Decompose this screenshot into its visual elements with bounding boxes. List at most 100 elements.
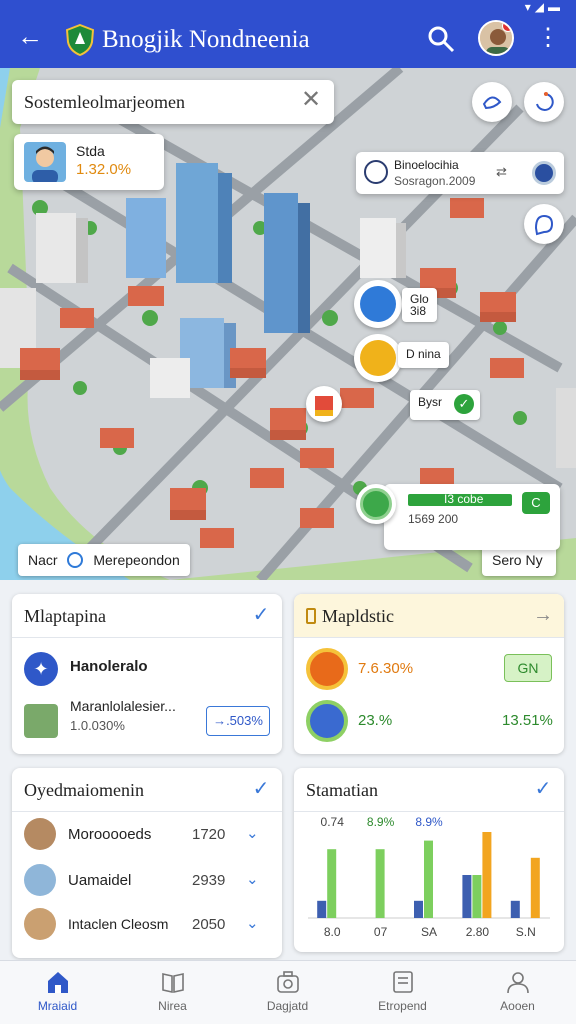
notification-badge (502, 22, 512, 32)
nav-item-book[interactable]: Nirea (115, 961, 230, 1024)
back-arrow-icon[interactable]: ← (16, 23, 44, 52)
operations-card-title: Oyedmaiomenin (24, 780, 144, 800)
analytics-card[interactable]: Mapldstic → 7.6.30% GN 23.% 13.51% (294, 594, 564, 754)
more-vertical-icon[interactable]: ⋮ (536, 24, 560, 54)
camera-icon (277, 971, 299, 993)
stat2-value: 23.% (358, 712, 393, 729)
list-item-value: 2939 (192, 872, 226, 889)
nav-item-label: Nirea (158, 999, 187, 1013)
operations-card-header: Oyedmaiomenin ✓ (12, 768, 282, 812)
profile-name: Stda (76, 143, 105, 159)
chevron-down-icon[interactable]: ⌄ (246, 914, 259, 932)
task-label: I3 cobe (444, 492, 484, 506)
list-item-name: Uamaidel (68, 872, 132, 889)
map-chip-check[interactable]: Bysr ✓ (410, 390, 480, 420)
avatar (24, 908, 56, 940)
mapping-item-name: Maranlolalesier... (70, 698, 176, 714)
nav-item-camera[interactable]: Dagjatd (230, 961, 345, 1024)
profile-value: 1.32.0% (76, 161, 132, 178)
map-chip-status-label: Nacr (28, 552, 58, 568)
search-icon[interactable] (426, 24, 456, 54)
map-pin-blue[interactable] (354, 280, 402, 328)
status-bar-icons: ▾◢▬ (524, 0, 564, 14)
stat-orange-circle (306, 648, 348, 690)
profile-card[interactable]: Stda 1.32.0% (14, 134, 164, 190)
stat2-right-value: 13.51% (502, 712, 553, 729)
chart-data-label: 8.9% (415, 815, 443, 829)
mapping-card-title: Mlaptapina (24, 606, 106, 626)
chevron-down-icon[interactable]: ⌄ (246, 870, 259, 888)
chart-data-label: 8.9% (367, 815, 395, 829)
operations-card[interactable]: Oyedmaiomenin ✓ Morooooeds 1720 ⌄ Uamaid… (12, 768, 282, 958)
avatar (24, 818, 56, 850)
mapping-item-title: Hanoleralo (70, 658, 148, 675)
chevron-down-icon[interactable]: ⌄ (246, 824, 259, 842)
app-title: Bnogjik Nondneenia (102, 26, 310, 53)
checkmark-icon[interactable]: ✓ (532, 778, 554, 800)
chart-bar (414, 900, 423, 918)
mapping-card-header: Mlaptapina ✓ (12, 594, 282, 638)
user-avatar[interactable] (478, 20, 514, 56)
list-item-name: Morooooeds (68, 826, 152, 843)
checkmark-icon[interactable]: ✓ (250, 778, 272, 800)
map-chip-status[interactable]: Nacr Merepeondon (18, 544, 190, 576)
swap-icon: ⇄ (496, 164, 507, 179)
poi-card[interactable]: Binoelocihia Sosragon.2009 ⇄ (356, 152, 564, 194)
poi-subtitle: Sosragon.2009 (394, 174, 476, 188)
map-chip-status-value: Merepeondon (93, 552, 180, 568)
nav-item-label: Etropend (378, 999, 427, 1013)
map-pin-gold[interactable] (354, 334, 402, 382)
chart-bar (327, 849, 337, 918)
list-item[interactable]: Morooooeds 1720 ⌄ (12, 818, 282, 858)
layers-icon[interactable] (472, 82, 512, 122)
refresh-icon[interactable] (524, 82, 564, 122)
task-go-button[interactable]: C (522, 492, 550, 514)
mapping-action-button[interactable]: →.503% (206, 706, 270, 736)
map-pin-green[interactable] (356, 484, 396, 524)
chart-data-label: 0.74 (321, 815, 345, 829)
mapping-card[interactable]: Mlaptapina ✓ ✦ Hanoleralo Maranlolalesie… (12, 594, 282, 754)
nav-item-label: Dagjatd (266, 999, 309, 1013)
chart-bar (462, 875, 472, 918)
chart-x-tick-label: 2.80 (466, 925, 490, 939)
chart-x-tick-label: SA (421, 925, 437, 939)
statistics-card[interactable]: Stamatian ✓ 8.0 07 SA 2.80 S.N 0.74 8.9% 8.9% (294, 768, 564, 952)
pin-blue-core (360, 286, 396, 322)
clipboard-icon (306, 608, 316, 624)
bottom-navigation: Mraiaid Nirea Dagjatd Etropend Aooen (0, 960, 576, 1024)
close-icon[interactable]: ✕ (298, 88, 324, 114)
chart-bar (530, 857, 540, 918)
navigate-button[interactable] (532, 161, 556, 185)
pin-green-core (360, 488, 392, 520)
stat-blue-circle (306, 700, 348, 742)
list-item-name: Intaclen Cleosm (68, 916, 169, 932)
map-search-text: Sostemleolmarjeomen (24, 92, 185, 112)
list-item[interactable]: Uamaidel 2939 ⌄ (12, 864, 282, 904)
checkmark-icon[interactable]: ✓ (250, 604, 272, 626)
list-item[interactable]: Intaclen Cleosm 2050 ⌄ (12, 908, 282, 948)
app-bar: ▾◢▬ ← Bnogjik Nondneenia ⋮ (0, 0, 576, 68)
nav-item-tablet[interactable]: Etropend (345, 961, 460, 1024)
chart-bar (472, 875, 482, 918)
stat1-value: 7.6.30% (358, 660, 414, 677)
mapping-item-thumbnail (24, 704, 58, 738)
tablet-icon (393, 971, 413, 993)
pin-blue-label: Glo 3i8 (402, 288, 437, 322)
map-pin-building[interactable] (306, 386, 342, 422)
map-search-bar[interactable]: Sostemleolmarjeomen ✕ (12, 80, 334, 124)
nav-item-home[interactable]: Mraiaid (0, 961, 115, 1024)
arrow-right-icon[interactable]: → (532, 604, 554, 626)
task-card[interactable]: I3 cobe 1569 200 C (384, 484, 560, 550)
statistics-bar-chart: 8.0 07 SA 2.80 S.N 0.74 8.9% 8.9% (308, 815, 550, 939)
chart-bar (482, 832, 492, 918)
statistics-card-header: Stamatian ✓ (294, 768, 564, 812)
pin-gold-core (360, 340, 396, 376)
stat1-badge[interactable]: GN (504, 654, 552, 682)
search-location-icon (364, 160, 388, 184)
pin-gold-label: D nina (398, 342, 449, 368)
chat-icon[interactable] (524, 204, 564, 244)
nav-item-person[interactable]: Aooen (460, 961, 575, 1024)
chart-bar (375, 849, 385, 918)
chart-x-tick-label: 07 (374, 925, 388, 939)
nav-item-label: Mraiaid (37, 999, 78, 1013)
